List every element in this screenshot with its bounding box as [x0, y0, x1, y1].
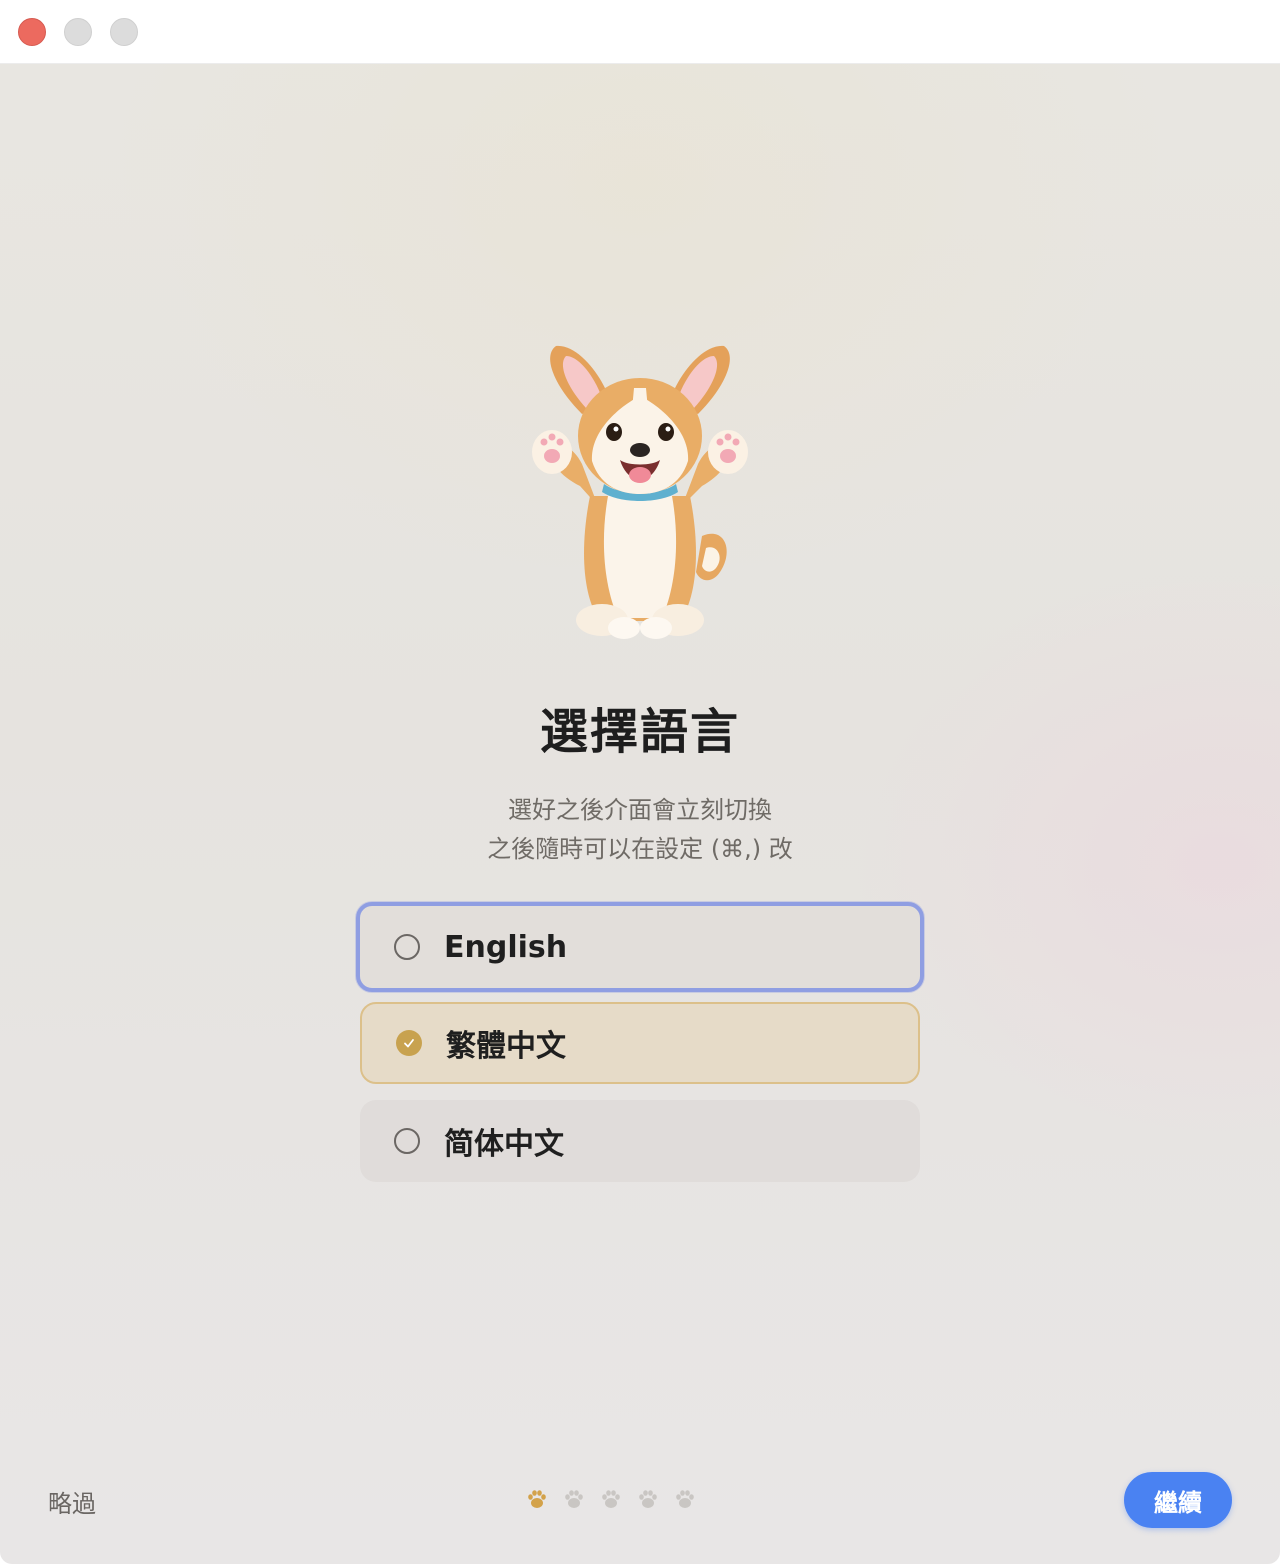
subtitle-line-2: 之後隨時可以在設定 (⌘,) 改: [487, 835, 793, 863]
radio-checked-icon: [396, 1030, 422, 1056]
language-option-traditional-chinese[interactable]: 繁體中文: [360, 1002, 920, 1084]
subtitle-line-1: 選好之後介面會立刻切換: [508, 796, 772, 824]
continue-button[interactable]: 繼續: [1124, 1472, 1232, 1528]
step-indicator: [526, 1488, 696, 1510]
page-title: 選擇語言: [539, 704, 740, 760]
corgi-mascot-icon: [532, 345, 748, 639]
paw-icon: [639, 1490, 657, 1508]
paw-icon: [565, 1490, 583, 1508]
close-window-button[interactable]: [18, 18, 46, 46]
language-option-simplified-chinese[interactable]: 简体中文: [360, 1100, 920, 1182]
skip-button[interactable]: 略過: [48, 1484, 96, 1519]
minimize-window-button[interactable]: [64, 18, 92, 46]
zoom-window-button[interactable]: [110, 18, 138, 46]
onboarding-window: 選擇語言 選好之後介面會立刻切換 之後隨時可以在設定 (⌘,) 改 Englis…: [0, 0, 1280, 1564]
paw-icon: [676, 1490, 694, 1508]
radio-unchecked-icon: [394, 1128, 420, 1154]
paw-icon: [602, 1490, 620, 1508]
language-label: 简体中文: [444, 1127, 564, 1162]
language-label: English: [444, 929, 568, 965]
radio-unchecked-icon: [394, 934, 420, 960]
language-label: 繁體中文: [446, 1029, 566, 1064]
language-option-english[interactable]: English: [356, 902, 924, 992]
title-bar: [0, 0, 1280, 64]
paw-icon-active: [528, 1490, 546, 1508]
onboarding-content: 選擇語言 選好之後介面會立刻切換 之後隨時可以在設定 (⌘,) 改 Englis…: [0, 64, 1280, 1564]
